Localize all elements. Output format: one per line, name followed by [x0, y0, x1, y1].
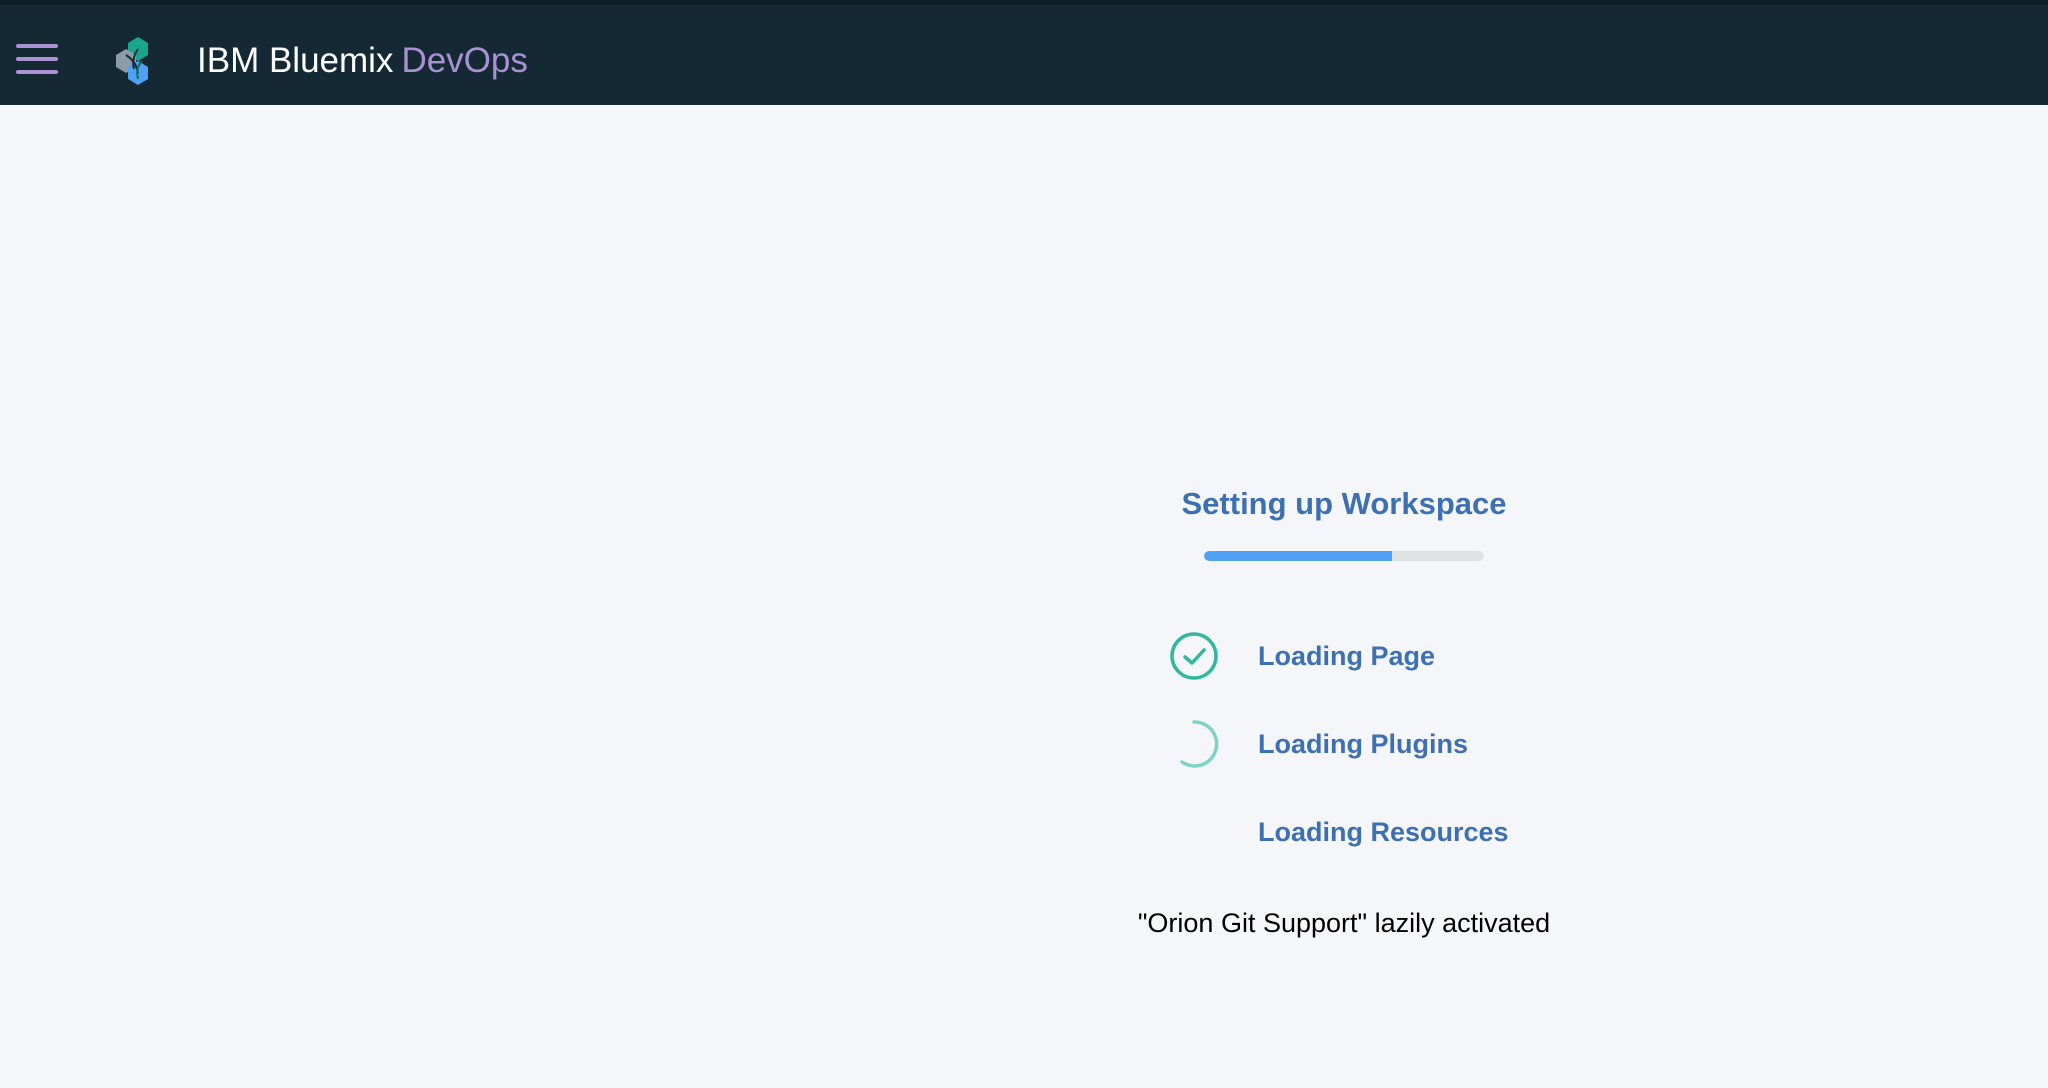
step-label: Loading Plugins — [1258, 729, 1468, 759]
brand-subtitle: DevOps — [401, 41, 528, 80]
loader-progress-bar — [1204, 551, 1484, 561]
check-circle-icon — [1170, 632, 1218, 680]
top-navigation-bar: IBM Bluemix DevOps — [0, 0, 2048, 105]
bluemix-hexagon-logo-icon[interactable] — [112, 35, 164, 87]
loader-progress-fill — [1204, 551, 1392, 561]
step-loading-plugins: Loading Plugins — [1168, 718, 1588, 770]
brand-title[interactable]: IBM Bluemix DevOps — [197, 41, 528, 81]
hamburger-menu-icon[interactable] — [16, 44, 58, 74]
step-loading-page: Loading Page — [1168, 630, 1588, 682]
step-label: Loading Page — [1258, 641, 1436, 671]
brand-name: IBM Bluemix — [197, 41, 394, 80]
step-loading-resources: Loading Resources — [1168, 806, 1588, 858]
spinner-icon — [1180, 720, 1219, 768]
workspace-loader-panel: Setting up Workspace Loading Page Loadin… — [1100, 470, 1588, 970]
loader-title: Setting up Workspace — [1181, 486, 1507, 521]
status-message: "Orion Git Support" lazily activated — [1137, 908, 1551, 938]
step-label: Loading Resources — [1258, 817, 1509, 847]
